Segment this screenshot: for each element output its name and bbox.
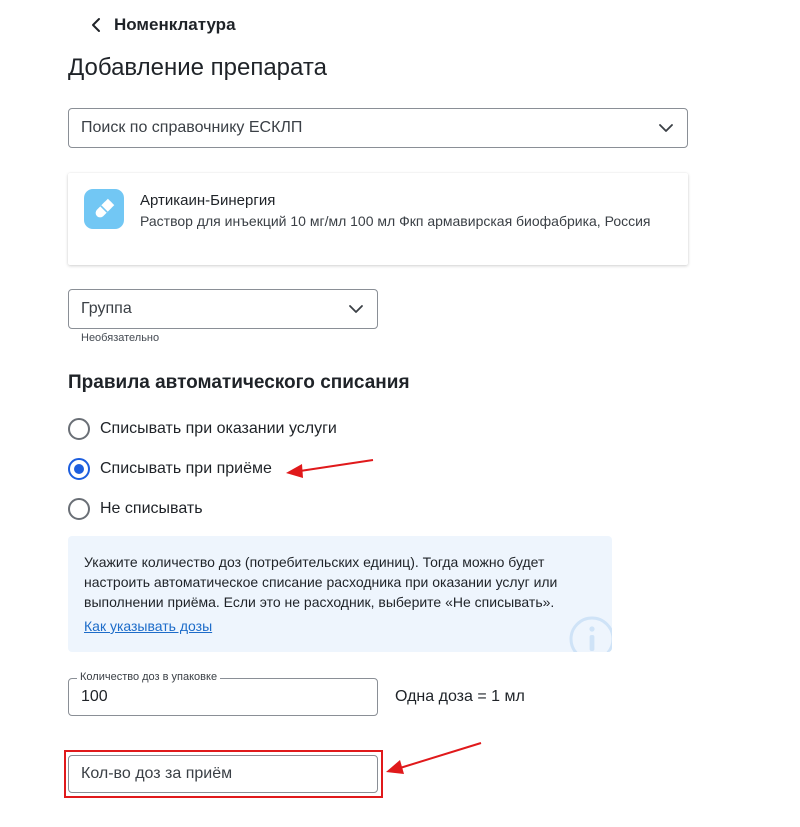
doses-per-pack-value: 100 xyxy=(81,688,108,705)
annotation-arrow-icon xyxy=(386,742,482,774)
info-icon xyxy=(569,616,612,652)
group-helper-text: Необязательно xyxy=(81,332,160,344)
chevron-down-icon xyxy=(657,119,675,137)
radio-write-off-on-service[interactable]: Списывать при оказании услуги xyxy=(68,417,337,441)
doses-per-pack-field[interactable]: Количество доз в упаковке 100 xyxy=(68,671,378,716)
doses-per-visit-input[interactable]: Кол-во доз за приём xyxy=(68,755,378,793)
chevron-left-icon xyxy=(86,15,106,35)
radio-write-off-on-visit[interactable]: Списывать при приёме xyxy=(68,457,272,481)
group-select[interactable]: Группа xyxy=(68,289,378,329)
radio-no-write-off[interactable]: Не списывать xyxy=(68,497,203,521)
annotation-arrow-icon xyxy=(286,459,374,478)
group-placeholder: Группа xyxy=(81,300,132,317)
dose-info-box: Укажите количество доз (потребительских … xyxy=(68,536,612,652)
chevron-down-icon xyxy=(347,300,365,318)
back-link-label: Номенклатура xyxy=(114,15,236,34)
dose-info-text: Укажите количество доз (потребительских … xyxy=(84,554,558,610)
esklp-search-select[interactable]: Поиск по справочнику ЕСКЛП xyxy=(68,108,688,148)
radio-button[interactable] xyxy=(68,418,90,440)
drug-description: Раствор для инъекций 10 мг/мл 100 мл Фкп… xyxy=(140,213,651,229)
selected-drug-card: Артикаин-Бинергия Раствор для инъекций 1… xyxy=(68,173,688,265)
radio-label: Списывать при приёме xyxy=(100,460,272,477)
radio-label: Списывать при оказании услуги xyxy=(100,420,337,437)
dose-help-link[interactable]: Как указывать дозы xyxy=(84,618,212,634)
write-off-rules-title: Правила автоматического списания xyxy=(68,372,410,393)
pill-icon xyxy=(84,189,124,229)
esklp-search-placeholder: Поиск по справочнику ЕСКЛП xyxy=(81,119,303,136)
doses-per-visit-placeholder: Кол-во доз за приём xyxy=(81,765,233,782)
radio-label: Не списывать xyxy=(100,500,203,517)
page-title: Добавление препарата xyxy=(68,54,327,81)
doses-per-pack-label: Количество доз в упаковке xyxy=(77,671,221,684)
drug-name: Артикаин-Бинергия xyxy=(140,192,276,209)
radio-button[interactable] xyxy=(68,498,90,520)
radio-button-checked[interactable] xyxy=(68,458,90,480)
dose-unit-note: Одна доза = 1 мл xyxy=(395,688,525,705)
back-link[interactable]: Номенклатура xyxy=(86,12,236,38)
